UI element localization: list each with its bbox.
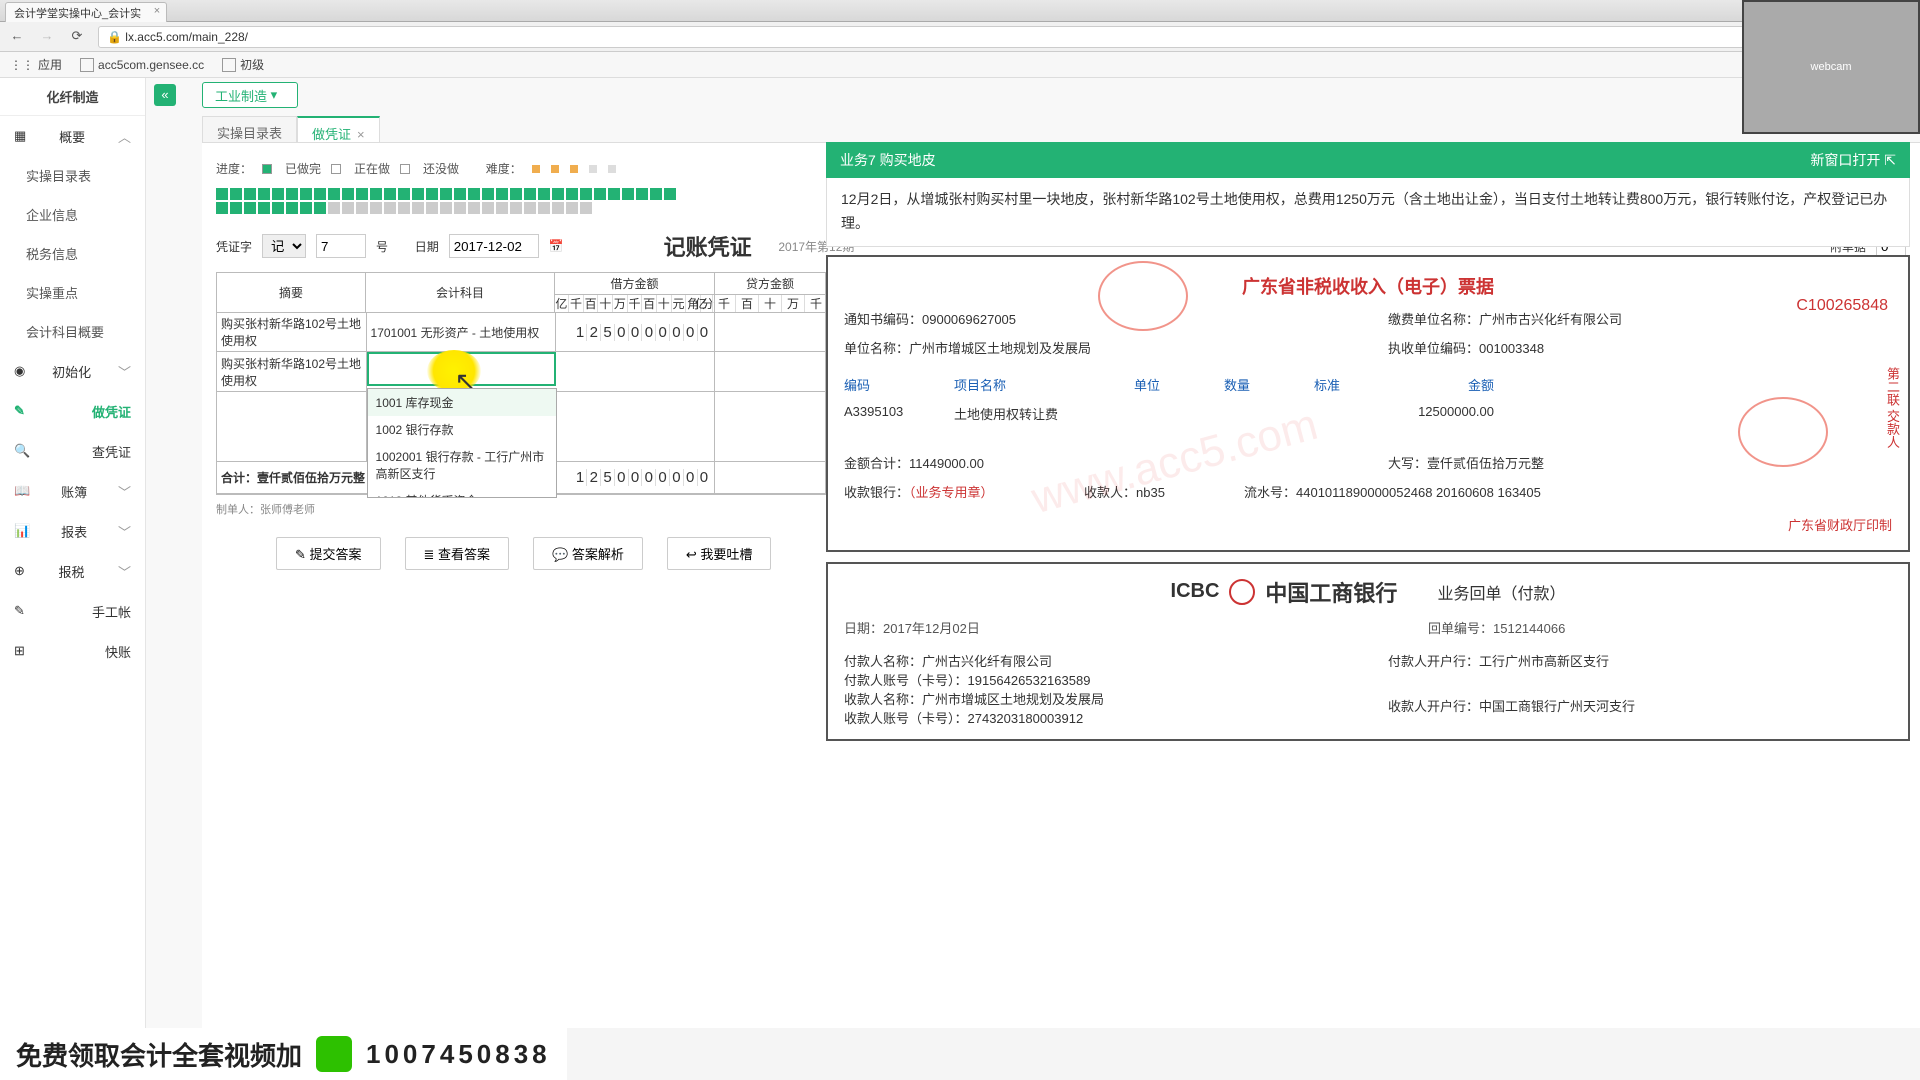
dropdown-item[interactable]: 1002001 银行存款 - 工行广州市高新区支行 <box>368 443 556 487</box>
icbc-name: 中国工商银行 <box>1265 576 1397 608</box>
account-dropdown: 1001 库存现金 1002 银行存款 1002001 银行存款 - 工行广州市… <box>367 388 557 498</box>
sidebar-manual[interactable]: ✎ 手工帐 <box>0 591 145 631</box>
url-text: lx.acc5.com/main_228/ <box>125 30 248 44</box>
sidebar-query[interactable]: 🔍 查凭证 <box>0 431 145 471</box>
progress-label: 进度： <box>216 160 252 177</box>
sidebar-quick[interactable]: ⊞ 快账 <box>0 631 145 671</box>
stamp-icon <box>1098 261 1188 331</box>
icbc-logo-icon <box>1229 579 1255 605</box>
back-icon[interactable]: ← <box>8 28 26 46</box>
square-icon <box>262 164 272 174</box>
chevron-down-icon: ﹀ <box>118 522 131 541</box>
receipt-document-1: 广东省非税收收入（电子）票据 C100265848 第二联 交款人 www.ac… <box>826 255 1910 552</box>
close-icon[interactable]: × <box>357 127 365 142</box>
receipt2-title: 业务回单（付款） <box>1437 580 1565 604</box>
account-cell[interactable]: 1701001 无形资产 - 土地使用权 <box>367 313 556 351</box>
voucher-title: 记账凭证 <box>664 230 752 262</box>
col-account: 会计科目 <box>366 273 555 312</box>
receipt-no: C100265848 <box>1796 297 1888 315</box>
sidebar-init[interactable]: ◉ 初始化﹀ <box>0 351 145 391</box>
submit-answer-button[interactable]: ✎ 提交答案 <box>276 537 381 570</box>
sidebar-tax[interactable]: ⊕ 报税﹀ <box>0 551 145 591</box>
sidebar: 化纤制造 ▦ 概要︿ 实操目录表 企业信息 税务信息 实操重点 会计科目概要 ◉… <box>0 78 146 1028</box>
debit-amount-cell[interactable]: 1250000000 <box>556 313 715 351</box>
chevron-down-icon: ﹀ <box>118 482 131 501</box>
apps-button[interactable]: ⋮⋮ 应用 <box>10 56 62 73</box>
dropdown-item[interactable]: 1012 其他货币资金 <box>368 487 556 498</box>
footer-qq: 1007450838 <box>366 1039 551 1070</box>
progress-cells <box>216 188 676 214</box>
chevron-down-icon: ﹀ <box>118 562 131 581</box>
voucher-number-input[interactable] <box>316 234 366 258</box>
apps-label: 应用 <box>38 56 62 73</box>
sidebar-ledger[interactable]: 📖 账簿﹀ <box>0 471 145 511</box>
sidebar-overview[interactable]: ▦ 概要︿ <box>0 116 145 156</box>
tab-title: 会计学堂实操中心_会计实 <box>14 8 141 20</box>
industry-select[interactable]: 工业制造 ▾ <box>202 82 298 108</box>
sidebar-item-taxinfo[interactable]: 税务信息 <box>0 234 145 273</box>
close-icon[interactable]: × <box>154 5 160 17</box>
page-icon <box>80 58 94 72</box>
footer-banner: 免费领取会计全套视频加 1007450838 <box>0 1028 567 1080</box>
date-input[interactable] <box>449 234 539 258</box>
task-header: 业务7 购买地皮 新窗口打开 ⇱ <box>826 142 1910 178</box>
browser-tab[interactable]: 会计学堂实操中心_会计实 × <box>5 2 167 22</box>
square-icon <box>400 164 410 174</box>
dropdown-item[interactable]: 1001 库存现金 <box>368 389 556 416</box>
col-debit: 借方金额 <box>555 273 714 295</box>
total-credit <box>715 462 825 493</box>
summary-cell[interactable]: 购买张村新华路102号土地使用权 <box>217 352 367 391</box>
receipt-copy-label: 第二联 交款人 <box>1883 367 1902 449</box>
receipt-title: 广东省非税收收入（电子）票据 <box>844 273 1892 299</box>
maker-label: 制单人： <box>216 504 260 516</box>
chevron-up-icon: ︿ <box>118 127 131 146</box>
address-bar[interactable]: 🔒 lx.acc5.com/main_228/ <box>98 26 1852 48</box>
voucher-grid: 摘要 会计科目 借方金额 亿千百十万千百十元角分 贷方金额 亿千百十万千百 购买… <box>216 272 826 495</box>
print-footer: 广东省财政厅印制 <box>844 515 1892 534</box>
col-credit: 贷方金额 <box>715 273 825 295</box>
wechat-icon <box>316 1036 352 1072</box>
date-label: 日期 <box>415 238 439 255</box>
collapse-sidebar-button[interactable]: « <box>154 84 176 106</box>
debit-amount-cell[interactable] <box>556 352 715 391</box>
view-answer-button[interactable]: ≣ 查看答案 <box>405 537 510 570</box>
explain-answer-button[interactable]: 💬 答案解析 <box>533 537 643 570</box>
stamp-icon <box>1738 397 1828 467</box>
sidebar-item-acctover[interactable]: 会计科目概要 <box>0 312 145 351</box>
difficulty-label: 难度： <box>486 160 522 177</box>
open-new-window-button[interactable]: 新窗口打开 ⇱ <box>1810 150 1896 170</box>
credit-amount-cell[interactable] <box>715 313 825 351</box>
sidebar-voucher[interactable]: ✎ 做凭证 <box>0 391 145 431</box>
voucher-type-label: 凭证字 <box>216 238 252 255</box>
dropdown-item[interactable]: 1002 银行存款 <box>368 416 556 443</box>
difficulty-icon <box>532 165 540 173</box>
calendar-icon[interactable]: 📅 <box>549 239 564 253</box>
sidebar-report[interactable]: 📊 报表﹀ <box>0 511 145 551</box>
voucher-type-select[interactable]: 记 <box>262 234 306 258</box>
account-input[interactable] <box>367 352 556 386</box>
col-summary: 摘要 <box>217 273 366 312</box>
total-debit: 1250000000 <box>556 462 715 493</box>
task-description: 12月2日，从增城张村购买村里一块地皮，张村新华路102号土地使用权，总费用12… <box>826 178 1910 247</box>
footer-text: 免费领取会计全套视频加 <box>16 1036 302 1073</box>
square-icon <box>331 164 341 174</box>
chevron-down-icon: ﹀ <box>118 362 131 381</box>
icbc-en: ICBC <box>1171 580 1220 603</box>
summary-cell[interactable]: 购买张村新华路102号土地使用权 <box>217 313 367 351</box>
bookmark-1[interactable]: acc5com.gensee.cc <box>80 58 204 72</box>
reload-icon[interactable]: ⟳ <box>68 28 86 46</box>
forward-icon[interactable]: → <box>38 28 56 46</box>
webcam-overlay: webcam <box>1742 0 1920 134</box>
page-icon <box>222 58 236 72</box>
sidebar-item-company[interactable]: 企业信息 <box>0 195 145 234</box>
sidebar-item-keypoint[interactable]: 实操重点 <box>0 273 145 312</box>
receipt-document-2: ICBC 中国工商银行 业务回单（付款） 日期：2017年12月02日 回单编号… <box>826 562 1910 741</box>
bookmark-2[interactable]: 初级 <box>222 56 264 73</box>
sidebar-item-catalog[interactable]: 实操目录表 <box>0 156 145 195</box>
sidebar-title: 化纤制造 <box>0 78 145 116</box>
complain-button[interactable]: ↩ 我要吐槽 <box>667 537 772 570</box>
credit-amount-cell[interactable] <box>715 352 825 391</box>
task-title: 业务7 购买地皮 <box>840 150 936 170</box>
